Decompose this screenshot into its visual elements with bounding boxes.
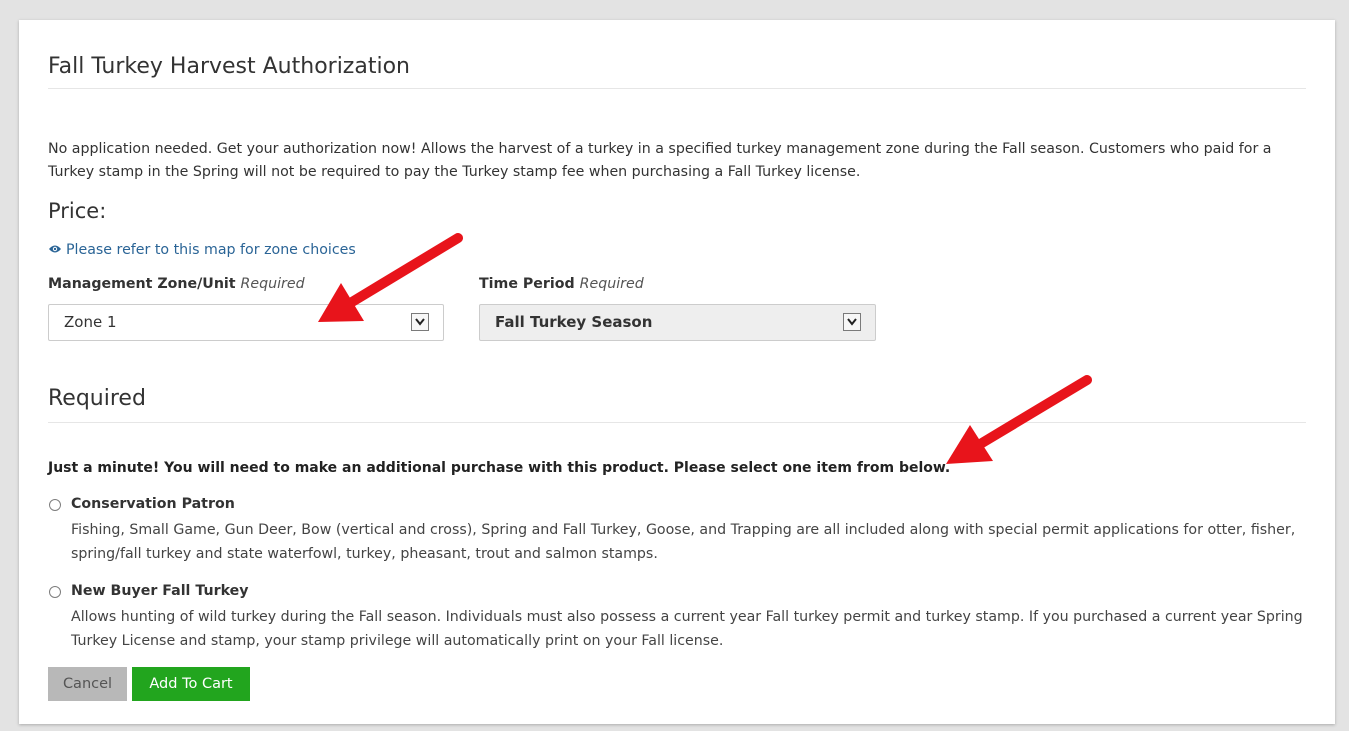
eye-icon <box>48 243 62 257</box>
zone-required-text: Required <box>240 276 305 292</box>
new-buyer-fall-turkey-description: Allows hunting of wild turkey during the… <box>71 609 1303 649</box>
period-label: Time Period Required <box>479 276 644 292</box>
page-title: Fall Turkey Harvest Authorization <box>48 54 410 79</box>
required-section-title: Required <box>48 386 146 411</box>
zone-map-link[interactable]: Please refer to this map for zone choice… <box>48 242 356 258</box>
conservation-patron-radio[interactable] <box>49 499 61 511</box>
zone-select-value: Zone 1 <box>64 313 117 331</box>
additional-purchase-notice: Just a minute! You will need to make an … <box>48 460 951 476</box>
period-label-text: Time Period <box>479 276 575 292</box>
cancel-button[interactable]: Cancel <box>48 667 127 701</box>
conservation-patron-description: Fishing, Small Game, Gun Deer, Bow (vert… <box>71 522 1296 562</box>
zone-label: Management Zone/Unit Required <box>48 276 305 292</box>
conservation-patron-title[interactable]: Conservation Patron <box>71 496 235 512</box>
period-select[interactable]: Fall Turkey Season <box>479 304 876 341</box>
zone-map-link-text: Please refer to this map for zone choice… <box>66 242 356 258</box>
required-divider <box>48 422 1306 423</box>
zone-label-text: Management Zone/Unit <box>48 276 236 292</box>
zone-select[interactable]: Zone 1 <box>48 304 444 341</box>
price-label: Price: <box>48 199 107 223</box>
new-buyer-fall-turkey-title[interactable]: New Buyer Fall Turkey <box>71 583 249 599</box>
chevron-down-icon <box>411 313 429 331</box>
add-to-cart-button[interactable]: Add To Cart <box>132 667 250 701</box>
period-required-text: Required <box>579 276 644 292</box>
period-select-value: Fall Turkey Season <box>495 313 653 331</box>
title-divider <box>48 88 1306 89</box>
new-buyer-fall-turkey-radio[interactable] <box>49 586 61 598</box>
chevron-down-icon <box>843 313 861 331</box>
product-description: No application needed. Get your authoriz… <box>48 141 1272 180</box>
